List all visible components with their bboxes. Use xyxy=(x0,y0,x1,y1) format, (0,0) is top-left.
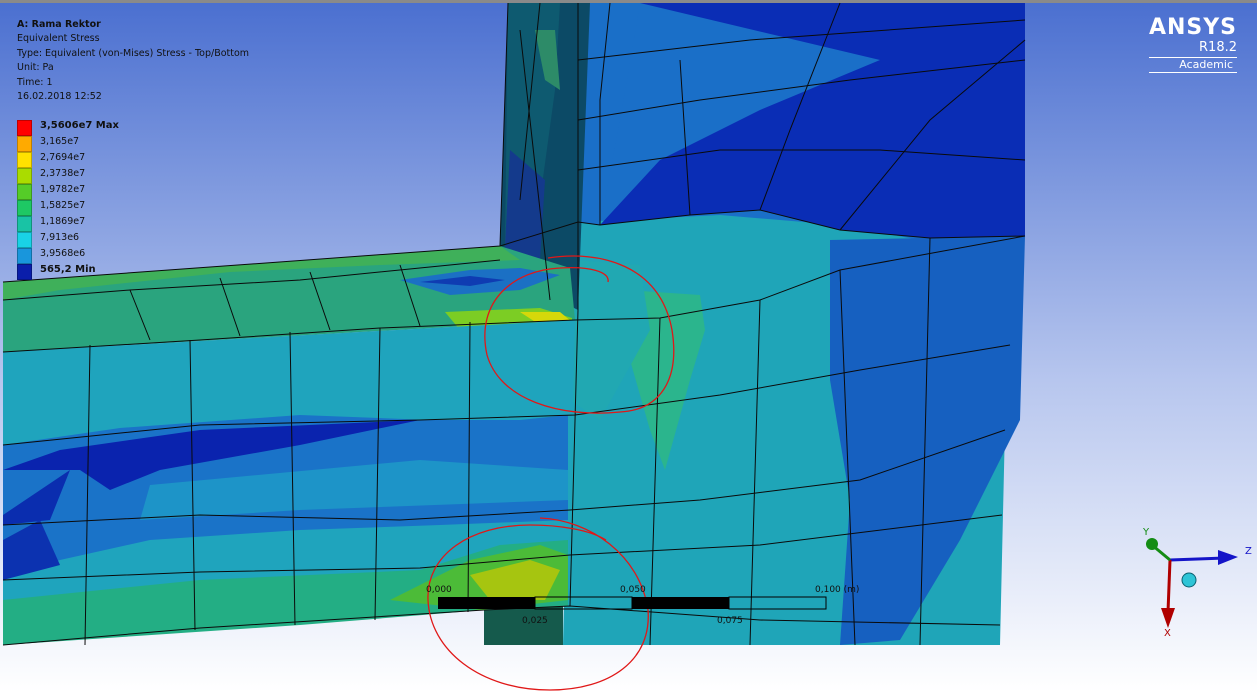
brand-license: Academic xyxy=(1148,57,1237,73)
scale-label-050: 0,050 xyxy=(620,585,646,595)
axis-x-label: X xyxy=(1164,628,1171,639)
legend-swatch xyxy=(17,200,32,216)
scale-label-025: 0,025 xyxy=(522,616,548,626)
result-unit: Unit: Pa xyxy=(17,62,54,74)
legend-swatch xyxy=(17,120,32,136)
scale-label-100: 0,100 (m) xyxy=(815,585,860,595)
legend-swatch xyxy=(17,232,32,248)
legend-label: 7,913e6 xyxy=(40,232,80,243)
legend-swatch xyxy=(17,184,32,200)
legend-label: 3,5606e7 Max xyxy=(40,120,119,131)
axis-y-label: Y xyxy=(1143,527,1150,538)
legend-label: 2,7694e7 xyxy=(40,152,86,163)
scale-label-0: 0,000 xyxy=(426,585,452,595)
legend-label: 3,9568e6 xyxy=(40,248,86,259)
result-type: Type: Equivalent (von-Mises) Stress - To… xyxy=(17,47,250,59)
graphics-viewport[interactable]: A: Rama Rektor Equivalent Stress Type: E… xyxy=(0,0,1257,692)
legend-swatch xyxy=(17,168,32,184)
result-info: A: Rama Rektor Equivalent Stress Type: E… xyxy=(17,18,249,104)
scale-label-075: 0,075 xyxy=(717,616,743,626)
window-top-border xyxy=(0,0,1257,3)
result-system-title: A: Rama Rektor xyxy=(17,19,101,30)
ansys-logo: ANSYS R18.2 Academic xyxy=(1148,15,1237,73)
legend-swatch xyxy=(17,152,32,168)
legend-label: 1,1869e7 xyxy=(40,216,86,227)
brand-version: R18.2 xyxy=(1199,40,1237,55)
legend-swatch xyxy=(17,136,32,152)
legend-label: 1,5825e7 xyxy=(40,200,86,211)
legend-label: 3,165e7 xyxy=(40,136,80,147)
legend-label: 1,9782e7 xyxy=(40,184,86,195)
brand-name: ANSYS xyxy=(1148,15,1237,40)
result-time: Time: 1 xyxy=(17,76,53,88)
axis-z-label: Z xyxy=(1245,546,1252,557)
result-name: Equivalent Stress xyxy=(17,33,100,45)
legend-label: 2,3738e7 xyxy=(40,168,86,179)
legend-swatch xyxy=(17,264,32,280)
legend-swatch xyxy=(17,216,32,232)
legend-swatch xyxy=(17,248,32,264)
legend-label: 565,2 Min xyxy=(40,264,96,275)
result-date: 16.02.2018 12:52 xyxy=(17,91,102,103)
